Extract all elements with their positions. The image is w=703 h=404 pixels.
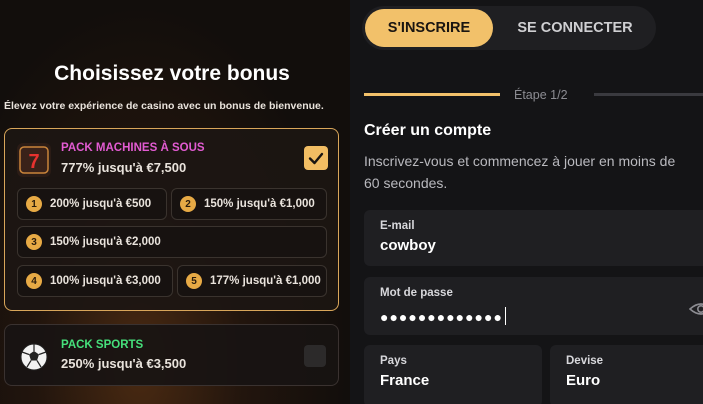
bonus-panel: Choisissez votre bonus Élevez votre expé… [0, 0, 350, 404]
tab-login[interactable]: SE CONNECTER [500, 9, 650, 47]
currency-select[interactable]: Devise Euro [550, 345, 703, 404]
bonus-subtitle: Élevez votre expérience de casino avec u… [4, 100, 324, 112]
step-progress-remaining [594, 93, 703, 96]
auth-tabs: S'INSCRIRE SE CONNECTER [362, 6, 656, 50]
tier-text: 150% jusqu'à €2,000 [50, 236, 161, 248]
soccer-ball-icon [19, 342, 49, 372]
currency-label: Devise [566, 355, 604, 367]
tier-number-badge: 2 [180, 196, 196, 212]
sports-pack-amount: 250% jusqu'à €3,500 [61, 356, 187, 371]
step-progress-filled [364, 93, 500, 96]
password-input[interactable]: ●●●●●●●●●●●●● [380, 307, 506, 325]
tier-number-badge: 5 [186, 273, 202, 289]
tier-3: 3 150% jusqu'à €2,000 [17, 226, 327, 258]
form-subtitle: Inscrivez-vous et commencez à jouer en m… [364, 153, 676, 191]
tier-text: 150% jusqu'à €1,000 [204, 198, 315, 210]
svg-text:7: 7 [28, 151, 39, 173]
tier-number-badge: 3 [26, 234, 42, 250]
email-input[interactable]: cowboy [380, 237, 436, 254]
sports-pack-checkbox[interactable] [304, 345, 326, 367]
sports-pack-card[interactable]: PACK SPORTS 250% jusqu'à €3,500 [4, 324, 339, 386]
password-label: Mot de passe [380, 287, 453, 299]
password-dots: ●●●●●●●●●●●●● [380, 309, 503, 325]
country-value: France [380, 372, 430, 389]
registration-panel: S'INSCRIRE SE CONNECTER Étape 1/2 Créer … [350, 0, 703, 404]
slots-pack-card[interactable]: 7 PACK MACHINES À SOUS 777% jusqu'à €7,5… [4, 128, 339, 311]
tier-text: 177% jusqu'à €1,000 [210, 275, 321, 287]
checkmark-icon [308, 152, 324, 165]
country-label: Pays [380, 355, 407, 367]
slots-pack-checkbox[interactable] [304, 146, 328, 170]
tier-number-badge: 1 [26, 196, 42, 212]
password-field[interactable]: Mot de passe ●●●●●●●●●●●●● [364, 277, 703, 335]
sports-pack-label: PACK SPORTS [61, 339, 144, 351]
eye-icon[interactable] [688, 299, 703, 319]
form-title: Créer un compte [364, 122, 492, 139]
slot-machine-icon: 7 [17, 143, 51, 177]
tier-text: 200% jusqu'à €500 [50, 198, 152, 210]
currency-value: Euro [566, 372, 601, 389]
tier-2: 2 150% jusqu'à €1,000 [171, 188, 327, 220]
tier-1: 1 200% jusqu'à €500 [17, 188, 167, 220]
tier-4: 4 100% jusqu'à €3,000 [17, 265, 173, 297]
email-field[interactable]: E-mail cowboy [364, 210, 703, 266]
text-caret [504, 307, 506, 325]
tab-signup[interactable]: S'INSCRIRE [365, 9, 493, 47]
email-label: E-mail [380, 220, 415, 232]
country-select[interactable]: Pays France [364, 345, 542, 404]
step-indicator: Étape 1/2 [514, 88, 568, 102]
slots-pack-label: PACK MACHINES À SOUS [61, 142, 205, 154]
slots-pack-amount: 777% jusqu'à €7,500 [61, 160, 187, 175]
bonus-title: Choisissez votre bonus [54, 62, 290, 85]
tier-number-badge: 4 [26, 273, 42, 289]
tier-text: 100% jusqu'à €3,000 [50, 275, 161, 287]
tier-5: 5 177% jusqu'à €1,000 [177, 265, 327, 297]
